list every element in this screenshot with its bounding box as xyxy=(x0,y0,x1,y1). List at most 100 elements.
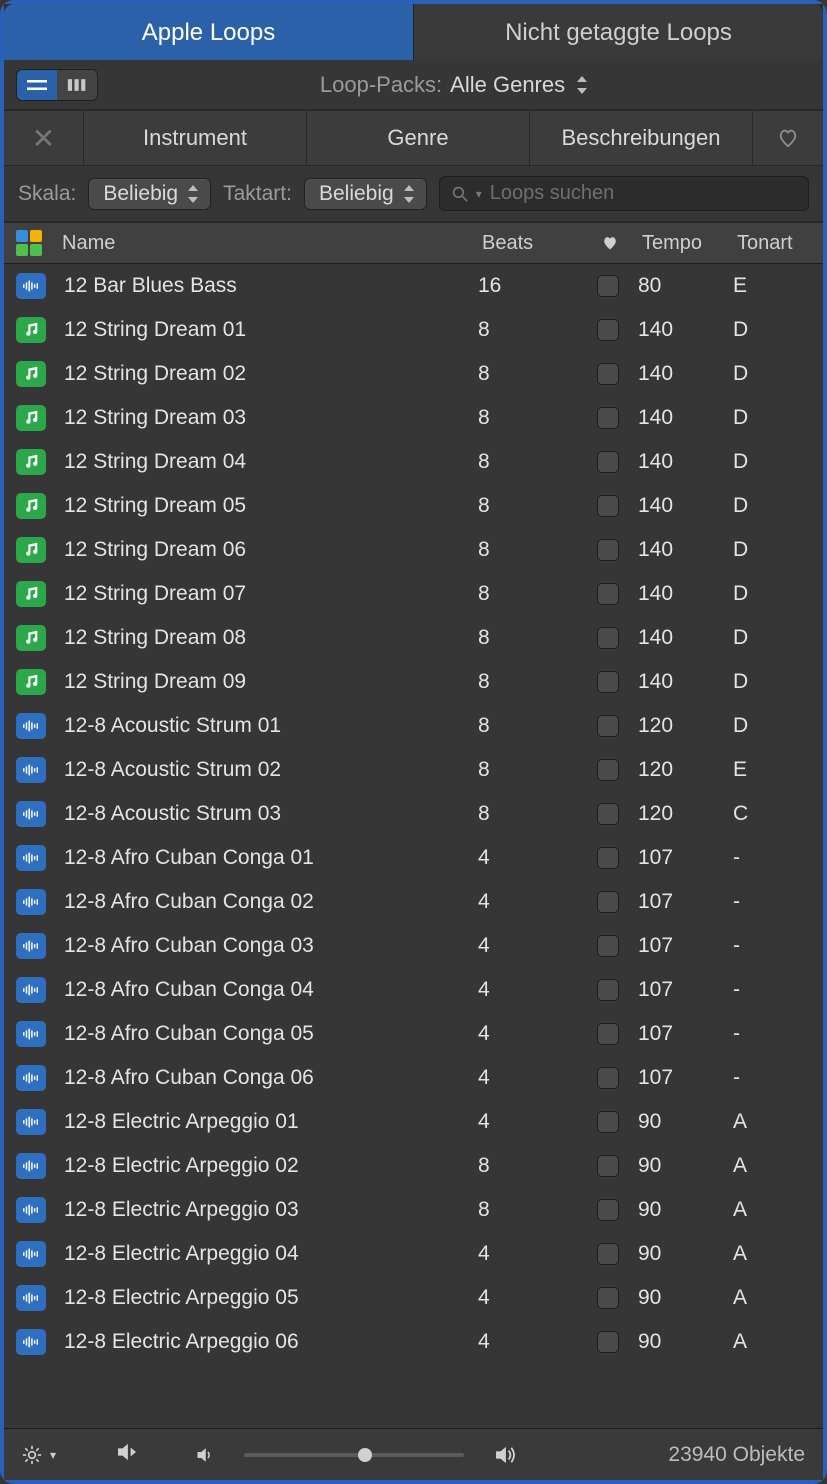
list-item[interactable]: 12-8 Electric Arpeggio 04490A xyxy=(4,1232,823,1276)
tab-apple-loops[interactable]: Apple Loops xyxy=(4,4,413,60)
list-item[interactable]: 12-8 Electric Arpeggio 06490A xyxy=(4,1320,823,1364)
loop-type-filter-icon[interactable] xyxy=(16,230,42,256)
loop-key: C xyxy=(733,802,823,826)
list-item[interactable]: 12 String Dream 078140D xyxy=(4,572,823,616)
view-button-list[interactable] xyxy=(17,70,57,100)
view-button-columns[interactable] xyxy=(57,70,97,100)
list-item[interactable]: 12 String Dream 088140D xyxy=(4,616,823,660)
loop-favorite-checkbox[interactable] xyxy=(578,1287,638,1309)
loop-favorite-checkbox[interactable] xyxy=(578,539,638,561)
list-item[interactable]: 12-8 Electric Arpeggio 05490A xyxy=(4,1276,823,1320)
loop-favorite-checkbox[interactable] xyxy=(578,451,638,473)
list-item[interactable]: 12 String Dream 068140D xyxy=(4,528,823,572)
audio-loop-icon xyxy=(16,1241,46,1267)
loop-favorite-checkbox[interactable] xyxy=(578,1067,638,1089)
list-item[interactable]: 12 Bar Blues Bass1680E xyxy=(4,264,823,308)
loop-favorite-checkbox[interactable] xyxy=(578,1023,638,1045)
list-item[interactable]: 12 String Dream 028140D xyxy=(4,352,823,396)
loop-favorite-checkbox[interactable] xyxy=(578,891,638,913)
loop-name: 12 Bar Blues Bass xyxy=(64,274,478,298)
loop-tempo: 90 xyxy=(638,1286,733,1310)
list-item[interactable]: 12 String Dream 098140D xyxy=(4,660,823,704)
list-item[interactable]: 12 String Dream 058140D xyxy=(4,484,823,528)
list-item[interactable]: 12-8 Afro Cuban Conga 064107- xyxy=(4,1056,823,1100)
loop-list[interactable]: 12 Bar Blues Bass1680E12 String Dream 01… xyxy=(4,264,823,1428)
search-field[interactable]: ▾ xyxy=(439,176,809,211)
volume-thumb[interactable] xyxy=(358,1448,372,1462)
category-tab-instrument[interactable]: Instrument xyxy=(84,111,307,165)
list-item[interactable]: 12 String Dream 048140D xyxy=(4,440,823,484)
list-item[interactable]: 12-8 Acoustic Strum 028120E xyxy=(4,748,823,792)
loop-favorite-checkbox[interactable] xyxy=(578,1155,638,1177)
midi-loop-icon xyxy=(16,449,46,475)
volume-slider[interactable] xyxy=(244,1453,464,1457)
heart-icon xyxy=(601,235,619,251)
loop-favorite-checkbox[interactable] xyxy=(578,979,638,1001)
list-item[interactable]: 12 String Dream 018140D xyxy=(4,308,823,352)
checkbox-icon xyxy=(597,627,619,649)
list-item[interactable]: 12-8 Electric Arpeggio 02890A xyxy=(4,1144,823,1188)
column-header-key[interactable]: Tonart xyxy=(733,232,823,255)
loop-beats: 4 xyxy=(478,1286,578,1310)
scale-select[interactable]: Beliebig xyxy=(88,178,211,210)
search-input[interactable] xyxy=(490,182,796,205)
tab-untagged-loops[interactable]: Nicht getaggte Loops xyxy=(413,4,823,60)
loop-favorite-checkbox[interactable] xyxy=(578,275,638,297)
loop-tempo: 140 xyxy=(638,494,733,518)
settings-menu[interactable]: ▾ xyxy=(22,1445,56,1465)
loop-name: 12 String Dream 01 xyxy=(64,318,478,342)
list-item[interactable]: 12-8 Afro Cuban Conga 024107- xyxy=(4,880,823,924)
loop-favorite-checkbox[interactable] xyxy=(578,803,638,825)
checkbox-icon xyxy=(597,803,619,825)
loop-favorite-checkbox[interactable] xyxy=(578,319,638,341)
loop-packs-select[interactable]: Alle Genres xyxy=(450,72,597,98)
column-header-favorite[interactable] xyxy=(578,235,638,251)
speaker-play-icon xyxy=(116,1443,138,1461)
list-item[interactable]: 12-8 Acoustic Strum 038120C xyxy=(4,792,823,836)
audio-loop-icon xyxy=(16,713,46,739)
list-item[interactable]: 12-8 Afro Cuban Conga 034107- xyxy=(4,924,823,968)
loop-favorite-checkbox[interactable] xyxy=(578,583,638,605)
loop-favorite-checkbox[interactable] xyxy=(578,715,638,737)
list-item[interactable]: 12-8 Electric Arpeggio 03890A xyxy=(4,1188,823,1232)
loop-key: - xyxy=(733,1022,823,1046)
loop-favorite-checkbox[interactable] xyxy=(578,935,638,957)
loop-tempo: 140 xyxy=(638,362,733,386)
loop-tempo: 140 xyxy=(638,450,733,474)
loop-favorite-checkbox[interactable] xyxy=(578,1331,638,1353)
footer-bar: ▾ 23940 Objekte xyxy=(4,1428,823,1480)
category-tab-favorites[interactable] xyxy=(753,111,823,165)
loop-favorite-checkbox[interactable] xyxy=(578,495,638,517)
volume-high-icon xyxy=(494,1446,516,1464)
loop-key: - xyxy=(733,934,823,958)
audio-loop-icon xyxy=(16,1285,46,1311)
list-item[interactable]: 12-8 Afro Cuban Conga 044107- xyxy=(4,968,823,1012)
loop-favorite-checkbox[interactable] xyxy=(578,407,638,429)
category-tab-descriptions[interactable]: Beschreibungen xyxy=(530,111,753,165)
loop-favorite-checkbox[interactable] xyxy=(578,363,638,385)
list-item[interactable]: 12-8 Acoustic Strum 018120D xyxy=(4,704,823,748)
time-signature-select[interactable]: Beliebig xyxy=(304,178,427,210)
column-header-beats[interactable]: Beats xyxy=(478,232,578,255)
loop-favorite-checkbox[interactable] xyxy=(578,1111,638,1133)
list-item[interactable]: 12-8 Electric Arpeggio 01490A xyxy=(4,1100,823,1144)
preview-play-button[interactable] xyxy=(116,1443,138,1467)
column-header-tempo[interactable]: Tempo xyxy=(638,232,733,255)
checkbox-icon xyxy=(597,1155,619,1177)
clear-filters-button[interactable]: ✕ xyxy=(4,111,84,165)
loop-favorite-checkbox[interactable] xyxy=(578,759,638,781)
loop-favorite-checkbox[interactable] xyxy=(578,671,638,693)
list-item[interactable]: 12-8 Afro Cuban Conga 014107- xyxy=(4,836,823,880)
category-tab-genre[interactable]: Genre xyxy=(307,111,530,165)
scale-label: Skala: xyxy=(18,182,76,206)
loop-favorite-checkbox[interactable] xyxy=(578,1243,638,1265)
loop-favorite-checkbox[interactable] xyxy=(578,1199,638,1221)
list-item[interactable]: 12-8 Afro Cuban Conga 054107- xyxy=(4,1012,823,1056)
column-header-name[interactable]: Name xyxy=(58,232,478,255)
loop-tempo: 107 xyxy=(638,1022,733,1046)
loop-favorite-checkbox[interactable] xyxy=(578,847,638,869)
loop-favorite-checkbox[interactable] xyxy=(578,627,638,649)
list-item[interactable]: 12 String Dream 038140D xyxy=(4,396,823,440)
loop-key: A xyxy=(733,1330,823,1354)
loop-key: D xyxy=(733,362,823,386)
